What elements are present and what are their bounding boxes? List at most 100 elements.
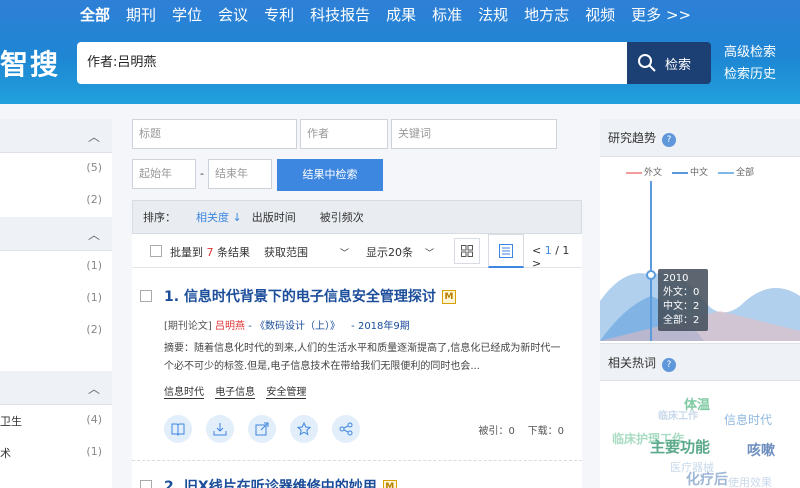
per-page-select[interactable]: 显示20条 ﹀ [366,244,434,260]
result-checkbox[interactable] [140,290,152,302]
result-actions [164,415,360,443]
range-select[interactable]: 获取范围 ﹀ [264,244,349,260]
nav-achievement[interactable]: 成果 [386,5,416,25]
sort-pub-time[interactable]: 出版时间 [252,209,296,225]
favorite-button[interactable] [290,415,318,443]
facet-item[interactable]: (2) [0,185,112,217]
nav-patent[interactable]: 专利 [264,5,294,25]
facet-count: (2) [86,323,102,336]
result-list: 1. 信息时代背景下的电子信息安全管理探讨 M [期刊论文] 吕明燕 - 《数码设… [132,268,582,488]
search-button[interactable]: 检索 [627,42,711,84]
nav-law[interactable]: 法规 [478,5,508,25]
result-title[interactable]: 2. 旧X线片在听诊器维修中的妙用 M [164,476,397,488]
hotword-tag[interactable]: 化疗后 [686,469,728,488]
facet-group-header-3[interactable]: ︿ [0,371,112,405]
nav-tech-report[interactable]: 科技报告 [310,5,370,25]
cite-button[interactable] [248,415,276,443]
trend-header: 研究趋势? [600,119,800,157]
tooltip-chinese: 中文：2 [663,301,700,312]
facet-count: (1) [86,259,102,272]
header: 全部 期刊 学位 会议 专利 科技报告 成果 标准 法规 地方志 视频 更多 >… [0,0,800,104]
keyword-filter-input[interactable]: 关键词 [391,119,557,149]
chevron-up-icon[interactable]: ︿ [88,226,100,243]
hotword-tag[interactable]: 咳嗽 [747,440,775,460]
nav-degree[interactable]: 学位 [172,5,202,25]
read-button[interactable] [164,415,192,443]
facet-item[interactable]: 术 (1) [0,437,112,469]
grid-view-button[interactable] [454,238,480,264]
nav-conference[interactable]: 会议 [218,5,248,25]
nav-local-gazette[interactable]: 地方志 [524,5,569,25]
hotword-tag[interactable]: 主要功能 [650,436,710,457]
nav-all[interactable]: 全部 [80,5,110,25]
star-icon [297,422,311,436]
search-button-label: 检索 [665,57,692,73]
search-history-link[interactable]: 检索历史 [724,64,776,86]
export-icon [255,422,269,436]
logo: 智搜 [0,48,61,81]
list-view-icon [499,243,513,258]
download-icon [213,423,227,436]
sort-cited[interactable]: 被引频次 [320,209,364,225]
search-in-results-button[interactable]: 结果中检索 [277,159,383,191]
keyword-link[interactable]: 电子信息 [215,387,256,399]
select-all-checkbox[interactable] [150,245,162,257]
result-author[interactable]: 吕明燕 [215,321,245,332]
legend-item[interactable]: 中文 [672,165,708,178]
grid-view-icon [461,245,473,257]
facet-item[interactable]: (2) [0,315,112,347]
result-title[interactable]: 1. 信息时代背景下的电子信息安全管理探讨 M [164,286,456,306]
result-date[interactable]: - 2018年9期 [351,321,410,332]
nav-video[interactable]: 视频 [585,5,615,25]
facet-item[interactable]: 卫生 (4) [0,405,112,437]
download-button[interactable] [206,415,234,443]
hotword-tag[interactable]: 临床工作 [658,407,698,422]
trend-tooltip: 2010 外文：0 中文：2 全部：2 [658,269,708,331]
sort-relevance[interactable]: 相关度 ↓ [186,209,242,225]
share-button[interactable] [332,415,360,443]
nav-standard[interactable]: 标准 [432,5,462,25]
result-stats: 被引：0 下载：0 [479,422,564,437]
facet-item[interactable]: (5) [0,153,112,185]
legend-item[interactable]: 全部 [718,165,754,178]
trend-point[interactable] [646,270,656,280]
start-year-input[interactable]: 起始年 [132,159,196,189]
legend-swatch [672,171,689,174]
nav-journal[interactable]: 期刊 [126,5,156,25]
advanced-search-link[interactable]: 高级检索 [724,42,776,64]
facet-group-header-2[interactable]: ︿ [0,217,112,251]
search-input[interactable]: 作者:吕明燕 [77,42,627,84]
end-year-input[interactable]: 结束年 [208,159,272,189]
pager: < 1 / 1 > [532,244,582,270]
pager-current: 1 [544,244,552,257]
pager-prev[interactable]: < [532,244,541,257]
help-icon[interactable]: ? [662,133,677,147]
hotword-tag[interactable]: 使用效果 [728,474,772,488]
result-title-text[interactable]: 旧X线片在听诊器维修中的妙用 [184,479,377,488]
chevron-up-icon[interactable]: ︿ [88,380,100,397]
legend-item[interactable]: 外文 [626,165,662,178]
facet-item[interactable]: (1) [0,251,112,283]
chevron-down-icon: ﹀ [425,249,435,259]
result-title-text[interactable]: 信息时代背景下的电子信息安全管理探讨 [184,289,436,305]
title-filter-input[interactable]: 标题 [132,119,297,149]
result-source[interactable]: - 《数码设计（上）》 [248,321,340,332]
facet-group-header-1[interactable]: ︿ [0,119,112,153]
facet-count: (2) [86,193,102,206]
nav-more[interactable]: 更多 >> [631,5,691,25]
hotword-tag[interactable]: 信息时代 [724,411,772,428]
author-filter-input[interactable]: 作者 [300,119,388,149]
mobile-badge-icon: M [382,480,397,488]
result-index: 2. [164,479,180,488]
keyword-link[interactable]: 安全管理 [266,387,307,399]
legend-swatch [626,171,642,174]
list-view-button[interactable] [488,234,524,268]
keyword-link[interactable]: 信息时代 [164,387,204,399]
result-toolbar: 批量到 7 条结果 获取范围 ﹀ 显示20条 ﹀ < 1 / 1 > [132,234,582,270]
help-icon[interactable]: ? [662,358,677,372]
sidebar-right: 研究趋势? 外文 中文 全部 2010 外文：0 中文：2 全部：2 相关热词?… [600,119,800,488]
chevron-up-icon[interactable]: ︿ [88,128,100,145]
facet-item[interactable]: (1) [0,283,112,315]
batch-text-c: 条结果 [217,246,250,259]
result-checkbox[interactable] [140,480,152,488]
